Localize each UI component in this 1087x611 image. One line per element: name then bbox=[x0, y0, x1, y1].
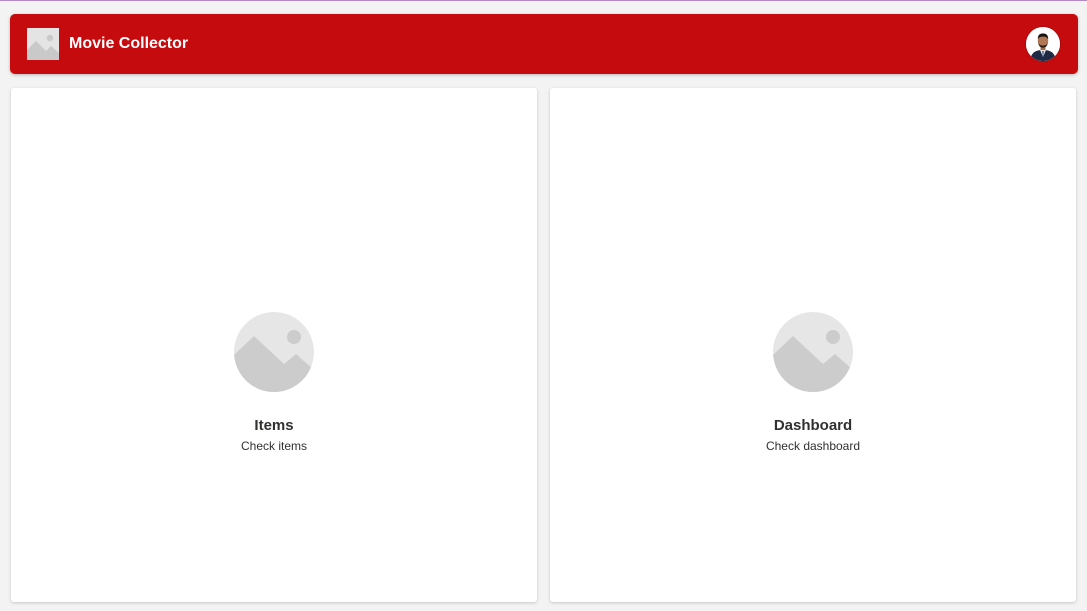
card-subtitle: Check dashboard bbox=[765, 439, 861, 453]
user-avatar[interactable] bbox=[1026, 27, 1060, 61]
app-header: Movie Collector bbox=[10, 14, 1078, 74]
items-card[interactable]: Items Check items bbox=[11, 88, 537, 602]
app-logo-icon bbox=[27, 28, 59, 60]
card-subtitle: Check items bbox=[240, 439, 308, 453]
card-title: Items bbox=[254, 417, 294, 434]
card-title: Dashboard bbox=[773, 417, 853, 434]
image-placeholder-icon bbox=[234, 312, 314, 392]
app-title: Movie Collector bbox=[69, 35, 189, 52]
image-placeholder-icon bbox=[773, 312, 853, 392]
dashboard-card[interactable]: Dashboard Check dashboard bbox=[550, 88, 1076, 602]
app-frame: Movie Collector Items Check items Dashbo… bbox=[0, 0, 1087, 611]
